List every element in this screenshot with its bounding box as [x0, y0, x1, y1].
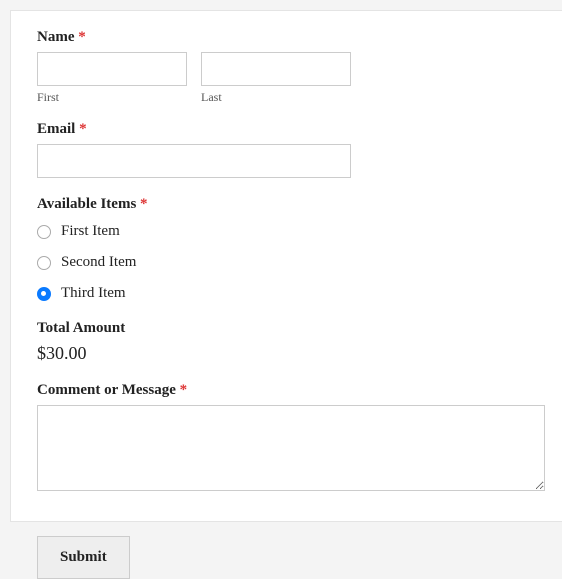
email-field-group: Email *	[37, 121, 545, 178]
last-name-input[interactable]	[201, 52, 351, 86]
radio-icon	[37, 256, 51, 270]
comment-field-group: Comment or Message *	[37, 382, 545, 496]
comment-label-text: Comment or Message	[37, 382, 176, 398]
comment-label: Comment or Message *	[37, 382, 545, 399]
required-marker: *	[180, 382, 188, 398]
name-field-group: Name * First Last	[37, 29, 545, 105]
total-amount: $30.00	[37, 343, 545, 364]
items-radio-first[interactable]: First Item	[37, 223, 545, 240]
form-card: Name * First Last Email * Available Item…	[10, 10, 562, 522]
first-sublabel: First	[37, 90, 187, 105]
items-radio-second[interactable]: Second Item	[37, 254, 545, 271]
required-marker: *	[78, 29, 86, 45]
email-input-wrap	[37, 144, 351, 178]
name-label-text: Name	[37, 29, 75, 45]
email-label: Email *	[37, 121, 545, 138]
submit-button[interactable]: Submit	[37, 536, 130, 579]
required-marker: *	[79, 121, 87, 137]
email-label-text: Email	[37, 121, 75, 137]
required-marker: *	[140, 196, 148, 212]
radio-label: Third Item	[61, 285, 126, 302]
items-field-group: Available Items * First Item Second Item…	[37, 196, 545, 302]
radio-label: Second Item	[61, 254, 136, 271]
items-label: Available Items *	[37, 196, 545, 213]
radio-label: First Item	[61, 223, 120, 240]
items-label-text: Available Items	[37, 196, 136, 212]
email-input[interactable]	[37, 144, 351, 178]
first-name-col: First	[37, 52, 187, 105]
name-label: Name *	[37, 29, 545, 46]
items-radio-list: First Item Second Item Third Item	[37, 223, 545, 302]
last-name-col: Last	[201, 52, 351, 105]
total-label: Total Amount	[37, 320, 545, 337]
name-row: First Last	[37, 52, 545, 105]
radio-icon	[37, 225, 51, 239]
radio-icon	[37, 287, 51, 301]
comment-textarea[interactable]	[37, 405, 545, 491]
items-radio-third[interactable]: Third Item	[37, 285, 545, 302]
total-block: Total Amount $30.00	[37, 320, 545, 364]
last-sublabel: Last	[201, 90, 351, 105]
first-name-input[interactable]	[37, 52, 187, 86]
